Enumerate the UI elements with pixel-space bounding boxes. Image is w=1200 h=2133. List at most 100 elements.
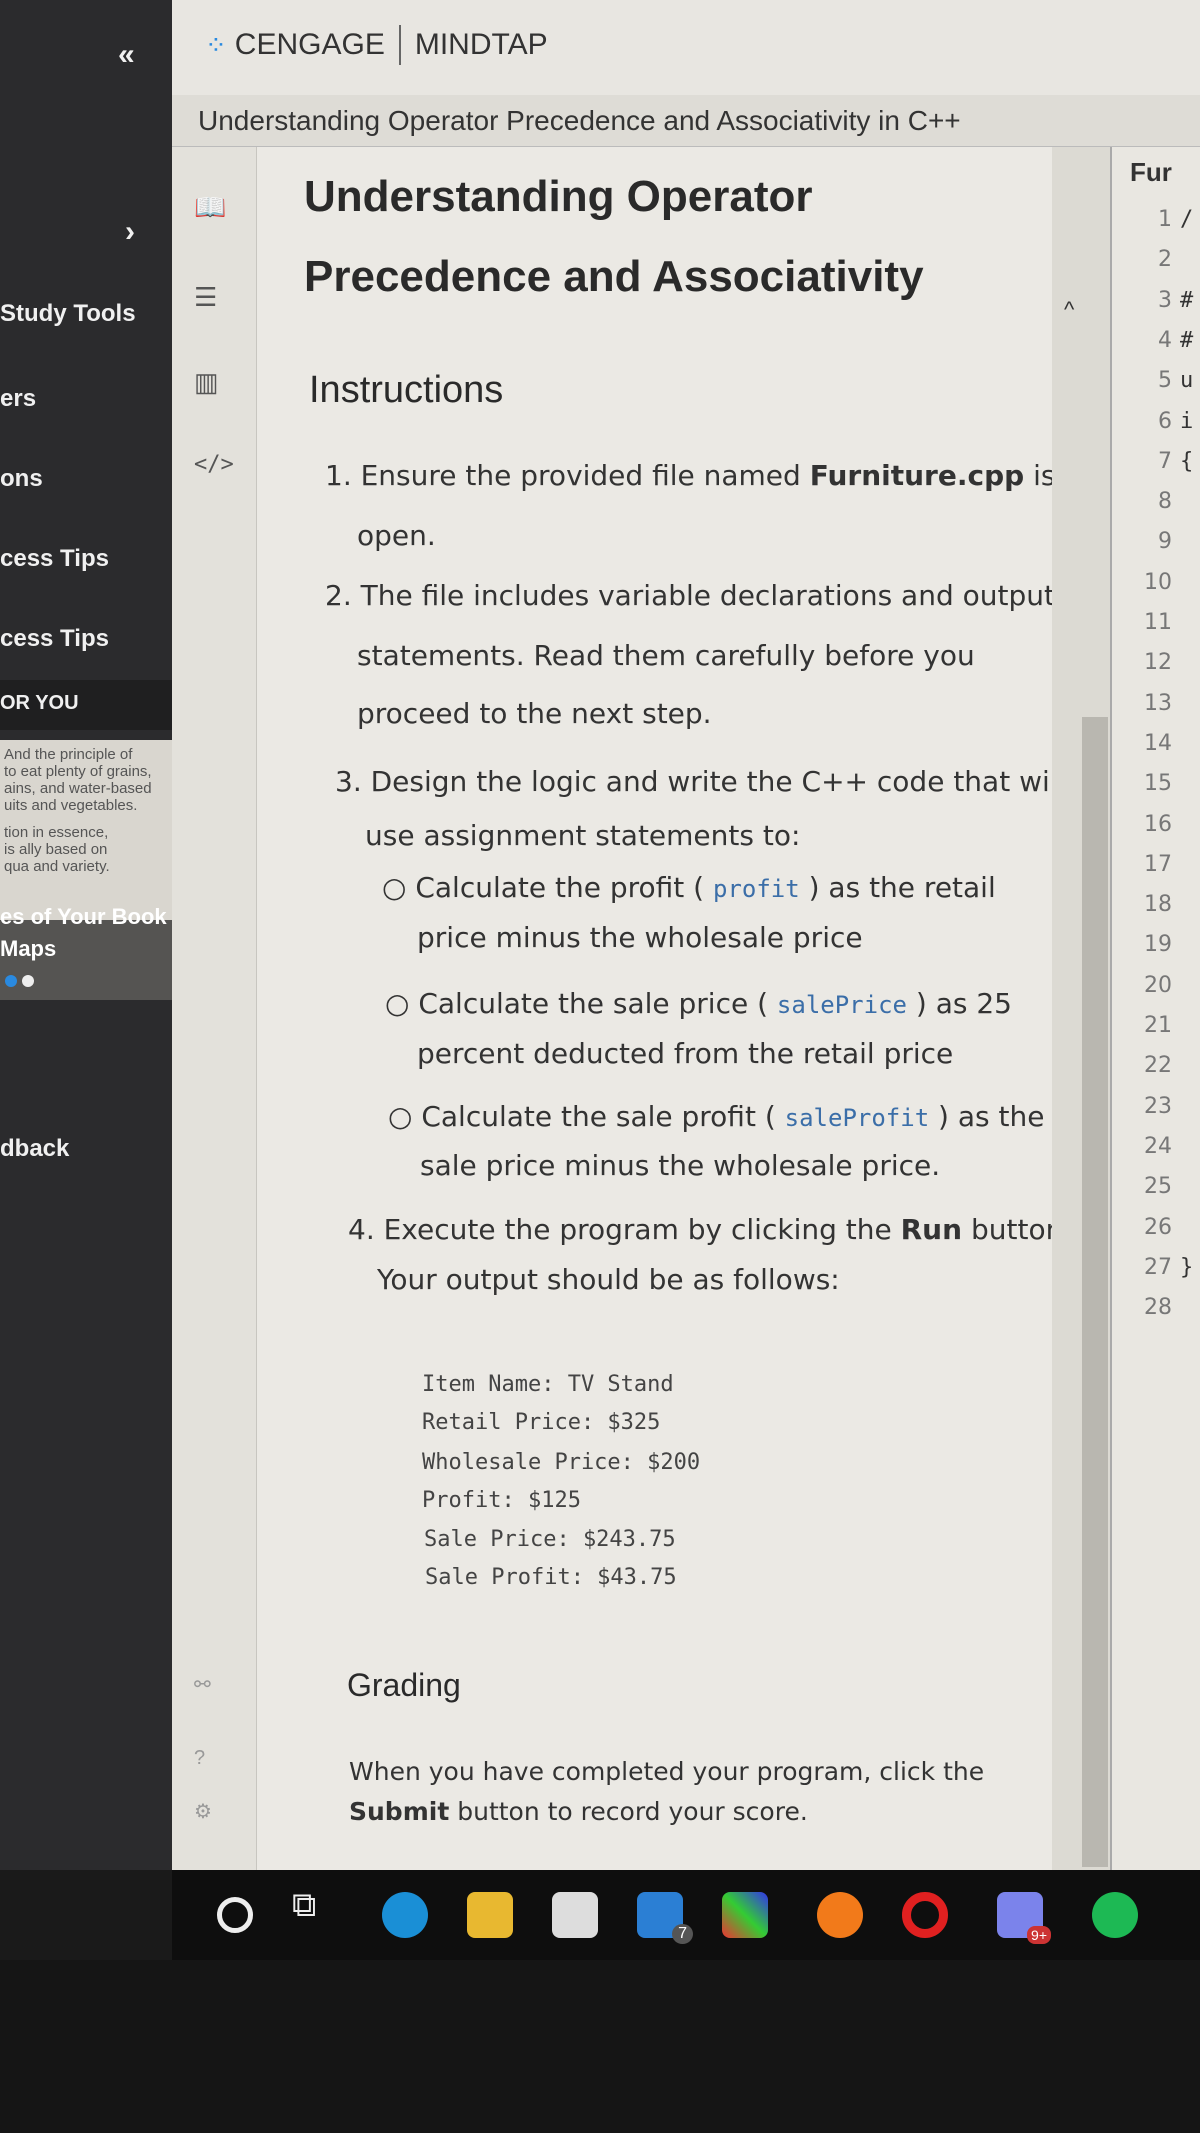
sidebar-item[interactable]: cess Tips bbox=[0, 545, 109, 573]
card-overlay: es of Your Book Maps bbox=[0, 906, 200, 1000]
brand-name: CENGAGE bbox=[234, 28, 385, 61]
bullet-cont: percent deducted from the retail price bbox=[417, 1037, 954, 1070]
line-number: 3 bbox=[1158, 287, 1172, 313]
code-saleprice: salePrice bbox=[776, 991, 907, 1019]
code-icon[interactable]: </> bbox=[194, 452, 234, 477]
spotify-icon[interactable] bbox=[1092, 1892, 1138, 1938]
line-number: 9 bbox=[1158, 529, 1172, 555]
scrollbar-thumb[interactable] bbox=[1082, 717, 1108, 1867]
line-number: 4 bbox=[1158, 327, 1172, 353]
card-line: qua and variety. bbox=[4, 858, 110, 875]
line-number: 13 bbox=[1144, 690, 1172, 716]
line-number: 22 bbox=[1144, 1053, 1172, 1079]
line-number: 28 bbox=[1144, 1295, 1172, 1321]
line-number: 5 bbox=[1158, 368, 1172, 394]
line-number: 26 bbox=[1144, 1214, 1172, 1240]
line-number: 6 bbox=[1158, 408, 1172, 434]
line-number: 27 bbox=[1144, 1254, 1172, 1280]
code-line[interactable]: # bbox=[1180, 288, 1193, 313]
for-you-header: OR YOU bbox=[0, 680, 172, 730]
output-line: Sale Price: $243.75 bbox=[424, 1527, 676, 1552]
carousel-dot-active[interactable] bbox=[5, 975, 17, 987]
firefox-icon[interactable] bbox=[817, 1892, 863, 1938]
chart-icon[interactable]: ▥ bbox=[194, 367, 219, 398]
text: 1. Ensure the provided file named bbox=[325, 459, 810, 492]
edge-icon[interactable] bbox=[382, 1892, 428, 1938]
text: is bbox=[1024, 459, 1056, 492]
help-icon[interactable]: ? bbox=[194, 1747, 205, 1770]
sidebar-item-feedback[interactable]: dback bbox=[0, 1135, 69, 1163]
share-icon[interactable]: ⚯ bbox=[194, 1672, 211, 1697]
line-number: 7 bbox=[1158, 448, 1172, 474]
code-line[interactable]: { bbox=[1180, 449, 1193, 474]
text: button to record your score. bbox=[449, 1797, 808, 1826]
product-name: MINDTAP bbox=[414, 28, 548, 61]
code-saleprofit: saleProfit bbox=[784, 1104, 930, 1132]
code-editor[interactable]: Fur 1/2 3 #4 #5 u 6 i 7{8 9 10 11 12 13 14 15 16 17 18 19 2… bbox=[1110, 147, 1200, 1870]
code-line[interactable]: / bbox=[1180, 207, 1193, 232]
line-number: 17 bbox=[1144, 851, 1172, 877]
line-number: 25 bbox=[1144, 1174, 1172, 1200]
book-icon[interactable]: 📖 bbox=[194, 192, 226, 223]
bullet-sale-profit: ○ Calculate the sale profit ( saleProfit… bbox=[388, 1100, 1044, 1133]
line-number: 2 bbox=[1158, 247, 1172, 273]
step-2-cont: proceed to the next step. bbox=[357, 697, 712, 730]
editor-tab[interactable]: Fur bbox=[1130, 157, 1172, 188]
sidebar: « › Study Tools ers ons cess Tips cess T… bbox=[0, 0, 200, 1870]
step-2: 2. The file includes variable declaratio… bbox=[325, 579, 1055, 612]
card-line: to eat plenty of grains, bbox=[4, 763, 152, 780]
step-4: 4. Execute the program by clicking the R… bbox=[348, 1213, 1072, 1246]
output-line: Wholesale Price: $200 bbox=[422, 1450, 701, 1475]
instructions-heading: Instructions bbox=[309, 369, 504, 411]
code-line[interactable]: u bbox=[1180, 368, 1193, 393]
output-line: Retail Price: $325 bbox=[422, 1410, 661, 1435]
line-number: 20 bbox=[1144, 972, 1172, 998]
chevron-right-icon[interactable]: › bbox=[125, 215, 135, 249]
opera-icon[interactable] bbox=[902, 1892, 948, 1938]
sidebar-item-study-tools[interactable]: Study Tools bbox=[0, 300, 136, 328]
brand-logo: ⁘ CENGAGE MINDTAP bbox=[205, 25, 548, 65]
code-line[interactable]: # bbox=[1180, 328, 1193, 353]
book-card[interactable]: And the principle of to eat plenty of gr… bbox=[0, 740, 200, 1000]
line-number: 12 bbox=[1144, 650, 1172, 676]
code-line[interactable]: } bbox=[1180, 1255, 1193, 1280]
step-3: 3. Design the logic and write the C++ co… bbox=[335, 765, 1066, 798]
teams-icon[interactable]: 9+ bbox=[997, 1892, 1051, 1944]
scrollbar[interactable]: ^ bbox=[1052, 147, 1110, 1870]
tool-rail: 📖 ☰ ▥ </> ⚯ ? ⚙ bbox=[172, 147, 257, 1870]
bullet-cont: price minus the wholesale price bbox=[417, 921, 863, 954]
settings-icon[interactable]: ⚙ bbox=[194, 1799, 212, 1824]
code-line[interactable]: i bbox=[1180, 409, 1193, 434]
checklist-icon[interactable]: ☰ bbox=[194, 282, 217, 313]
task-view-icon[interactable]: ⧉ bbox=[292, 1886, 338, 1932]
instructions-panel: Understanding Operator Precedence and Ass… bbox=[257, 147, 1072, 1870]
carousel-dot[interactable] bbox=[22, 975, 34, 987]
card-title: es of Your Book bbox=[0, 904, 167, 929]
line-number: 10 bbox=[1144, 569, 1172, 595]
collapse-sidebar-button[interactable]: « bbox=[118, 38, 135, 72]
run-label: Run bbox=[900, 1213, 963, 1246]
text: ○ Calculate the sale price ( bbox=[385, 987, 777, 1020]
bullet-cont: sale price minus the wholesale price. bbox=[420, 1149, 941, 1182]
line-number: 18 bbox=[1144, 892, 1172, 918]
submit-label: Submit bbox=[349, 1797, 450, 1826]
mail-icon[interactable]: 7 bbox=[637, 1892, 693, 1944]
line-number: 15 bbox=[1144, 771, 1172, 797]
file-explorer-icon[interactable] bbox=[467, 1892, 513, 1938]
search-icon[interactable] bbox=[217, 1897, 253, 1933]
cengage-logo-icon: ⁘ bbox=[205, 29, 227, 60]
output-line: Item Name: TV Stand bbox=[422, 1372, 674, 1397]
app-icon[interactable] bbox=[722, 1892, 768, 1938]
line-number: 8 bbox=[1158, 489, 1172, 515]
grading-text: When you have completed your program, cl… bbox=[349, 1757, 985, 1786]
text: ○ Calculate the sale profit ( bbox=[388, 1100, 785, 1133]
sidebar-item[interactable]: cess Tips bbox=[0, 625, 109, 653]
output-line: Sale Profit: $43.75 bbox=[425, 1565, 677, 1590]
line-number: 19 bbox=[1144, 932, 1172, 958]
text: ) as the retail bbox=[799, 871, 996, 904]
store-icon[interactable] bbox=[552, 1892, 598, 1938]
scroll-up-icon[interactable]: ^ bbox=[1064, 297, 1074, 323]
sidebar-item[interactable]: ons bbox=[0, 465, 43, 493]
sidebar-item[interactable]: ers bbox=[0, 385, 36, 413]
step-2-cont: statements. Read them carefully before y… bbox=[357, 639, 975, 672]
